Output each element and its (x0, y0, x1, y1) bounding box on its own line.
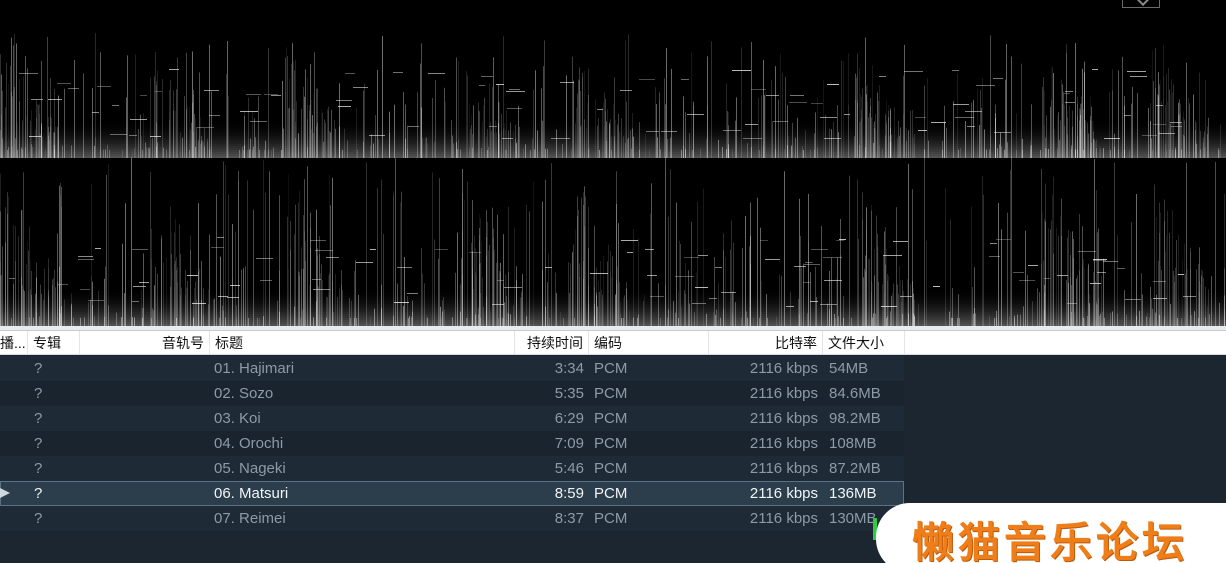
track-duration: 8:37 (554, 510, 584, 527)
track-row[interactable]: ? 05. Nageki 5:46 PCM 2116 kbps 87.2MB (0, 456, 904, 481)
track-duration: 6:29 (554, 410, 584, 427)
track-bitrate: 2116 kbps (749, 410, 818, 427)
track-bitrate: 2116 kbps (749, 435, 818, 452)
track-bitrate: 2116 kbps (749, 510, 818, 527)
column-header-album[interactable]: 专辑 (28, 331, 80, 354)
track-row[interactable]: ? 03. Koi 6:29 PCM 2116 kbps 98.2MB (0, 406, 904, 431)
track-file-size: 108MB (829, 435, 877, 452)
track-album: ? (34, 385, 43, 402)
track-row[interactable]: ? 07. Reimei 8:37 PCM 2116 kbps 130MB (0, 506, 904, 531)
forum-watermark: 懒猫音乐论坛 (876, 503, 1226, 563)
column-header-now-playing[interactable]: 播... (0, 331, 28, 354)
column-header-bitrate[interactable]: 比特率 (709, 331, 823, 354)
track-codec: PCM (594, 510, 628, 527)
track-title: 04. Orochi (214, 435, 284, 452)
track-row[interactable]: ? 02. Sozo 5:35 PCM 2116 kbps 84.6MB (0, 381, 904, 406)
column-header-file-size[interactable]: 文件大小 (823, 331, 905, 354)
track-title: 02. Sozo (214, 385, 274, 402)
track-duration: 3:34 (554, 360, 584, 377)
track-row[interactable]: ? 06. Matsuri 8:59 PCM 2116 kbps 136MB (0, 481, 904, 506)
track-album: ? (34, 510, 43, 527)
spectrogram-view[interactable] (0, 0, 1226, 326)
track-title: 03. Koi (214, 410, 261, 427)
track-duration: 8:59 (554, 485, 584, 502)
track-codec: PCM (594, 410, 628, 427)
track-duration: 5:46 (554, 460, 584, 477)
track-duration: 7:09 (554, 435, 584, 452)
track-title: 01. Hajimari (214, 360, 295, 377)
player-window: 播... 专辑 音轨号 标题 持续时间 编码 比特率 文件大小 ? 01. Haj… (0, 0, 1226, 563)
track-title: 07. Reimei (214, 510, 286, 527)
track-album: ? (34, 360, 43, 377)
column-header-codec[interactable]: 编码 (589, 331, 709, 354)
play-triangle-icon (0, 488, 10, 498)
track-file-size: 87.2MB (829, 460, 881, 477)
track-album: ? (34, 410, 43, 427)
track-title: 06. Matsuri (214, 485, 289, 502)
track-file-size: 98.2MB (829, 410, 881, 427)
track-codec: PCM (594, 385, 628, 402)
spectrogram-image (0, 33, 1226, 326)
track-album: ? (34, 485, 43, 502)
track-codec: PCM (594, 485, 628, 502)
column-header-track-number[interactable]: 音轨号 (80, 331, 210, 354)
track-bitrate: 2116 kbps (749, 360, 818, 377)
column-header-row: 播... 专辑 音轨号 标题 持续时间 编码 比特率 文件大小 (0, 331, 1226, 355)
track-album: ? (34, 435, 43, 452)
track-row[interactable]: ? 04. Orochi 7:09 PCM 2116 kbps 108MB (0, 431, 904, 456)
track-codec: PCM (594, 435, 628, 452)
track-row[interactable]: ? 01. Hajimari 3:34 PCM 2116 kbps 54MB (0, 356, 904, 381)
track-file-size: 84.6MB (829, 385, 881, 402)
track-duration: 5:35 (554, 385, 584, 402)
track-file-size: 54MB (829, 360, 869, 377)
track-bitrate: 2116 kbps (749, 460, 818, 477)
track-bitrate: 2116 kbps (749, 385, 818, 402)
track-title: 05. Nageki (214, 460, 286, 477)
track-codec: PCM (594, 460, 628, 477)
track-codec: PCM (594, 360, 628, 377)
column-header-title[interactable]: 标题 (210, 331, 515, 354)
spectrogram-toggle-button[interactable] (1122, 0, 1160, 8)
column-header-duration[interactable]: 持续时间 (515, 331, 589, 354)
track-bitrate: 2116 kbps (749, 485, 818, 502)
track-album: ? (34, 460, 43, 477)
chevron-down-icon (1135, 0, 1151, 7)
track-file-size: 136MB (829, 485, 877, 502)
watermark-text: 懒猫音乐论坛 (912, 518, 1189, 563)
track-list: ? 01. Hajimari 3:34 PCM 2116 kbps 54MB? 02. So… (0, 356, 904, 531)
